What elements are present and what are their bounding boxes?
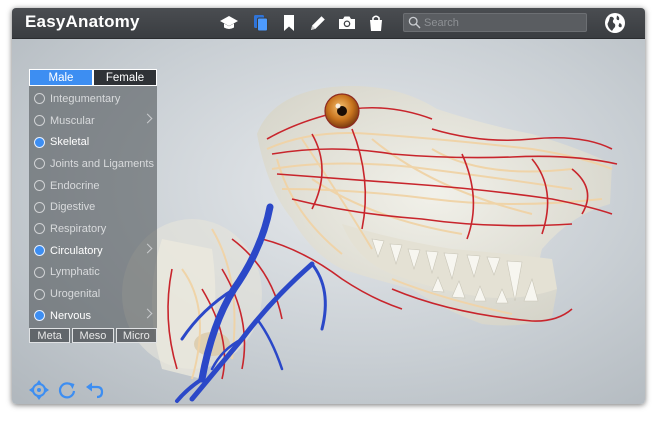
chevron-right-icon[interactable] (142, 113, 153, 124)
system-item-integumentary[interactable]: Integumentary (29, 88, 157, 110)
reset-rotation-icon[interactable] (57, 380, 77, 400)
undo-icon[interactable] (85, 380, 105, 400)
app-window: EasyAnatomy Search Male Female Integumen… (12, 8, 645, 404)
globe-icon[interactable] (604, 12, 626, 34)
system-item-urogenital[interactable]: Urogenital (29, 283, 157, 305)
radio-button[interactable] (34, 136, 45, 148)
scale-tabs: Meta Meso Micro (29, 327, 157, 343)
pencil-icon[interactable] (307, 12, 329, 34)
system-item-nervous[interactable]: Nervous (29, 305, 157, 327)
system-label: Lymphatic (50, 266, 100, 279)
system-item-lymphatic[interactable]: Lymphatic (29, 262, 157, 284)
search-input[interactable] (424, 15, 582, 30)
shopping-bag-icon[interactable] (365, 12, 387, 34)
view-controls (29, 380, 105, 400)
system-label: Integumentary (50, 92, 121, 105)
system-item-joints-ligaments[interactable]: Joints and Ligaments (29, 153, 157, 175)
system-label: Urogenital (50, 288, 101, 301)
radio-button[interactable] (34, 115, 45, 127)
layers-icon[interactable] (250, 12, 272, 34)
tab-meso[interactable]: Meso (72, 327, 114, 343)
system-item-endocrine[interactable]: Endocrine (29, 175, 157, 197)
systems-list: Integumentary Muscular Skeletal Joints a… (29, 86, 157, 327)
radio-button[interactable] (34, 245, 45, 257)
radio-button[interactable] (34, 93, 45, 105)
radio-button[interactable] (34, 158, 45, 170)
system-label: Endocrine (50, 179, 100, 192)
system-item-circulatory[interactable]: Circulatory (29, 240, 157, 262)
radio-button[interactable] (34, 310, 45, 322)
top-toolbar: EasyAnatomy (12, 8, 645, 39)
system-label: Respiratory (50, 222, 107, 235)
move-icon[interactable] (29, 380, 49, 400)
radio-button[interactable] (34, 288, 45, 300)
system-label: Skeletal (50, 136, 90, 149)
radio-button[interactable] (34, 223, 45, 235)
search-icon (408, 16, 421, 29)
tab-meta[interactable]: Meta (29, 327, 71, 343)
tab-micro[interactable]: Micro (115, 327, 157, 343)
app-title: EasyAnatomy (25, 12, 140, 31)
system-label: Joints and Ligaments (50, 157, 154, 170)
radio-button[interactable] (34, 266, 45, 278)
system-item-muscular[interactable]: Muscular (29, 110, 157, 132)
system-item-skeletal[interactable]: Skeletal (29, 131, 157, 153)
system-item-respiratory[interactable]: Respiratory (29, 218, 157, 240)
search-box[interactable] (403, 13, 587, 32)
graduation-cap-icon[interactable] (218, 12, 240, 34)
sex-tabs: Male Female (29, 69, 157, 86)
radio-button[interactable] (34, 180, 45, 192)
system-label: Muscular (50, 114, 95, 127)
system-label: Nervous (50, 309, 91, 322)
chevron-right-icon[interactable] (142, 308, 153, 319)
chevron-right-icon[interactable] (142, 243, 153, 254)
eye (324, 93, 360, 129)
tab-male[interactable]: Male (29, 69, 93, 86)
system-label: Circulatory (50, 244, 103, 257)
tab-female[interactable]: Female (93, 69, 157, 86)
bookmark-icon[interactable] (278, 12, 300, 34)
camera-icon[interactable] (336, 12, 358, 34)
systems-panel: Male Female Integumentary Muscular Skele… (29, 69, 157, 343)
system-item-digestive[interactable]: Digestive (29, 196, 157, 218)
system-label: Digestive (50, 201, 96, 214)
radio-button[interactable] (34, 201, 45, 213)
